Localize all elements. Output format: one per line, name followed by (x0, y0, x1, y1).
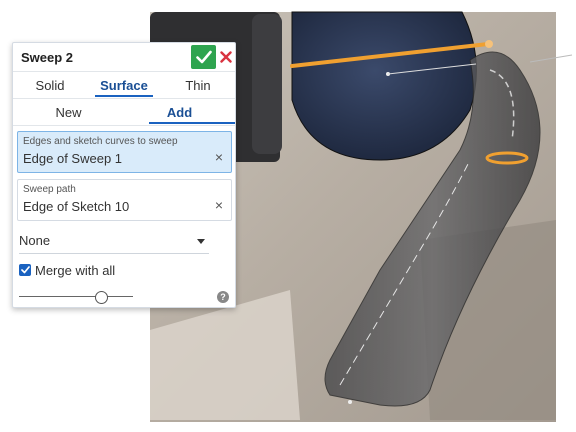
tolerance-slider[interactable] (19, 289, 133, 305)
profile-control-dropdown[interactable]: None (19, 229, 209, 254)
tab-thin[interactable]: Thin (161, 73, 235, 97)
close-icon[interactable]: × (215, 149, 223, 165)
caret-down-icon (197, 239, 205, 244)
merge-label: Merge with all (35, 262, 116, 278)
active-tab-indicator (149, 122, 235, 124)
divider (13, 71, 235, 72)
model-dark-block-edge (252, 14, 282, 154)
slider-track[interactable] (19, 296, 133, 297)
close-x-icon (220, 51, 232, 63)
tab-add[interactable]: Add (124, 100, 235, 124)
panel-header: Sweep 2 (13, 43, 235, 71)
checkbox-checked-icon[interactable] (19, 264, 31, 276)
cancel-button[interactable] (218, 45, 234, 69)
divider (13, 125, 235, 126)
edge-endpoint (485, 40, 493, 48)
close-icon[interactable]: × (215, 197, 223, 213)
merge-with-all-checkbox[interactable]: Merge with all (19, 261, 115, 279)
confirm-button[interactable] (191, 45, 216, 69)
help-icon[interactable]: ? (217, 291, 229, 303)
slider-thumb[interactable] (95, 291, 109, 304)
panel-title: Sweep 2 (21, 50, 74, 65)
sweep-path-label: Sweep path (23, 184, 76, 195)
dropdown-value: None (19, 233, 51, 248)
tab-solid[interactable]: Solid (13, 73, 87, 97)
active-tab-indicator (95, 95, 153, 97)
sweep-path-field[interactable]: Sweep path Edge of Sketch 10 × (17, 179, 232, 221)
tab-new[interactable]: New (13, 100, 124, 124)
sweep-path-value: Edge of Sketch 10 (23, 199, 130, 214)
path-point (348, 400, 352, 404)
checkmark-icon (195, 50, 212, 64)
edges-field-value: Edge of Sweep 1 (23, 151, 123, 166)
sweep-feature-panel: Sweep 2 Solid Surface Thin New Add Edges… (12, 42, 236, 308)
tab-surface[interactable]: Surface (87, 73, 161, 97)
operation-tabs: New Add (13, 100, 235, 124)
edges-to-sweep-field[interactable]: Edges and sketch curves to sweep Edge of… (17, 131, 232, 173)
divider (13, 98, 235, 99)
body-type-tabs: Solid Surface Thin (13, 73, 235, 97)
edges-field-label: Edges and sketch curves to sweep (23, 136, 178, 147)
